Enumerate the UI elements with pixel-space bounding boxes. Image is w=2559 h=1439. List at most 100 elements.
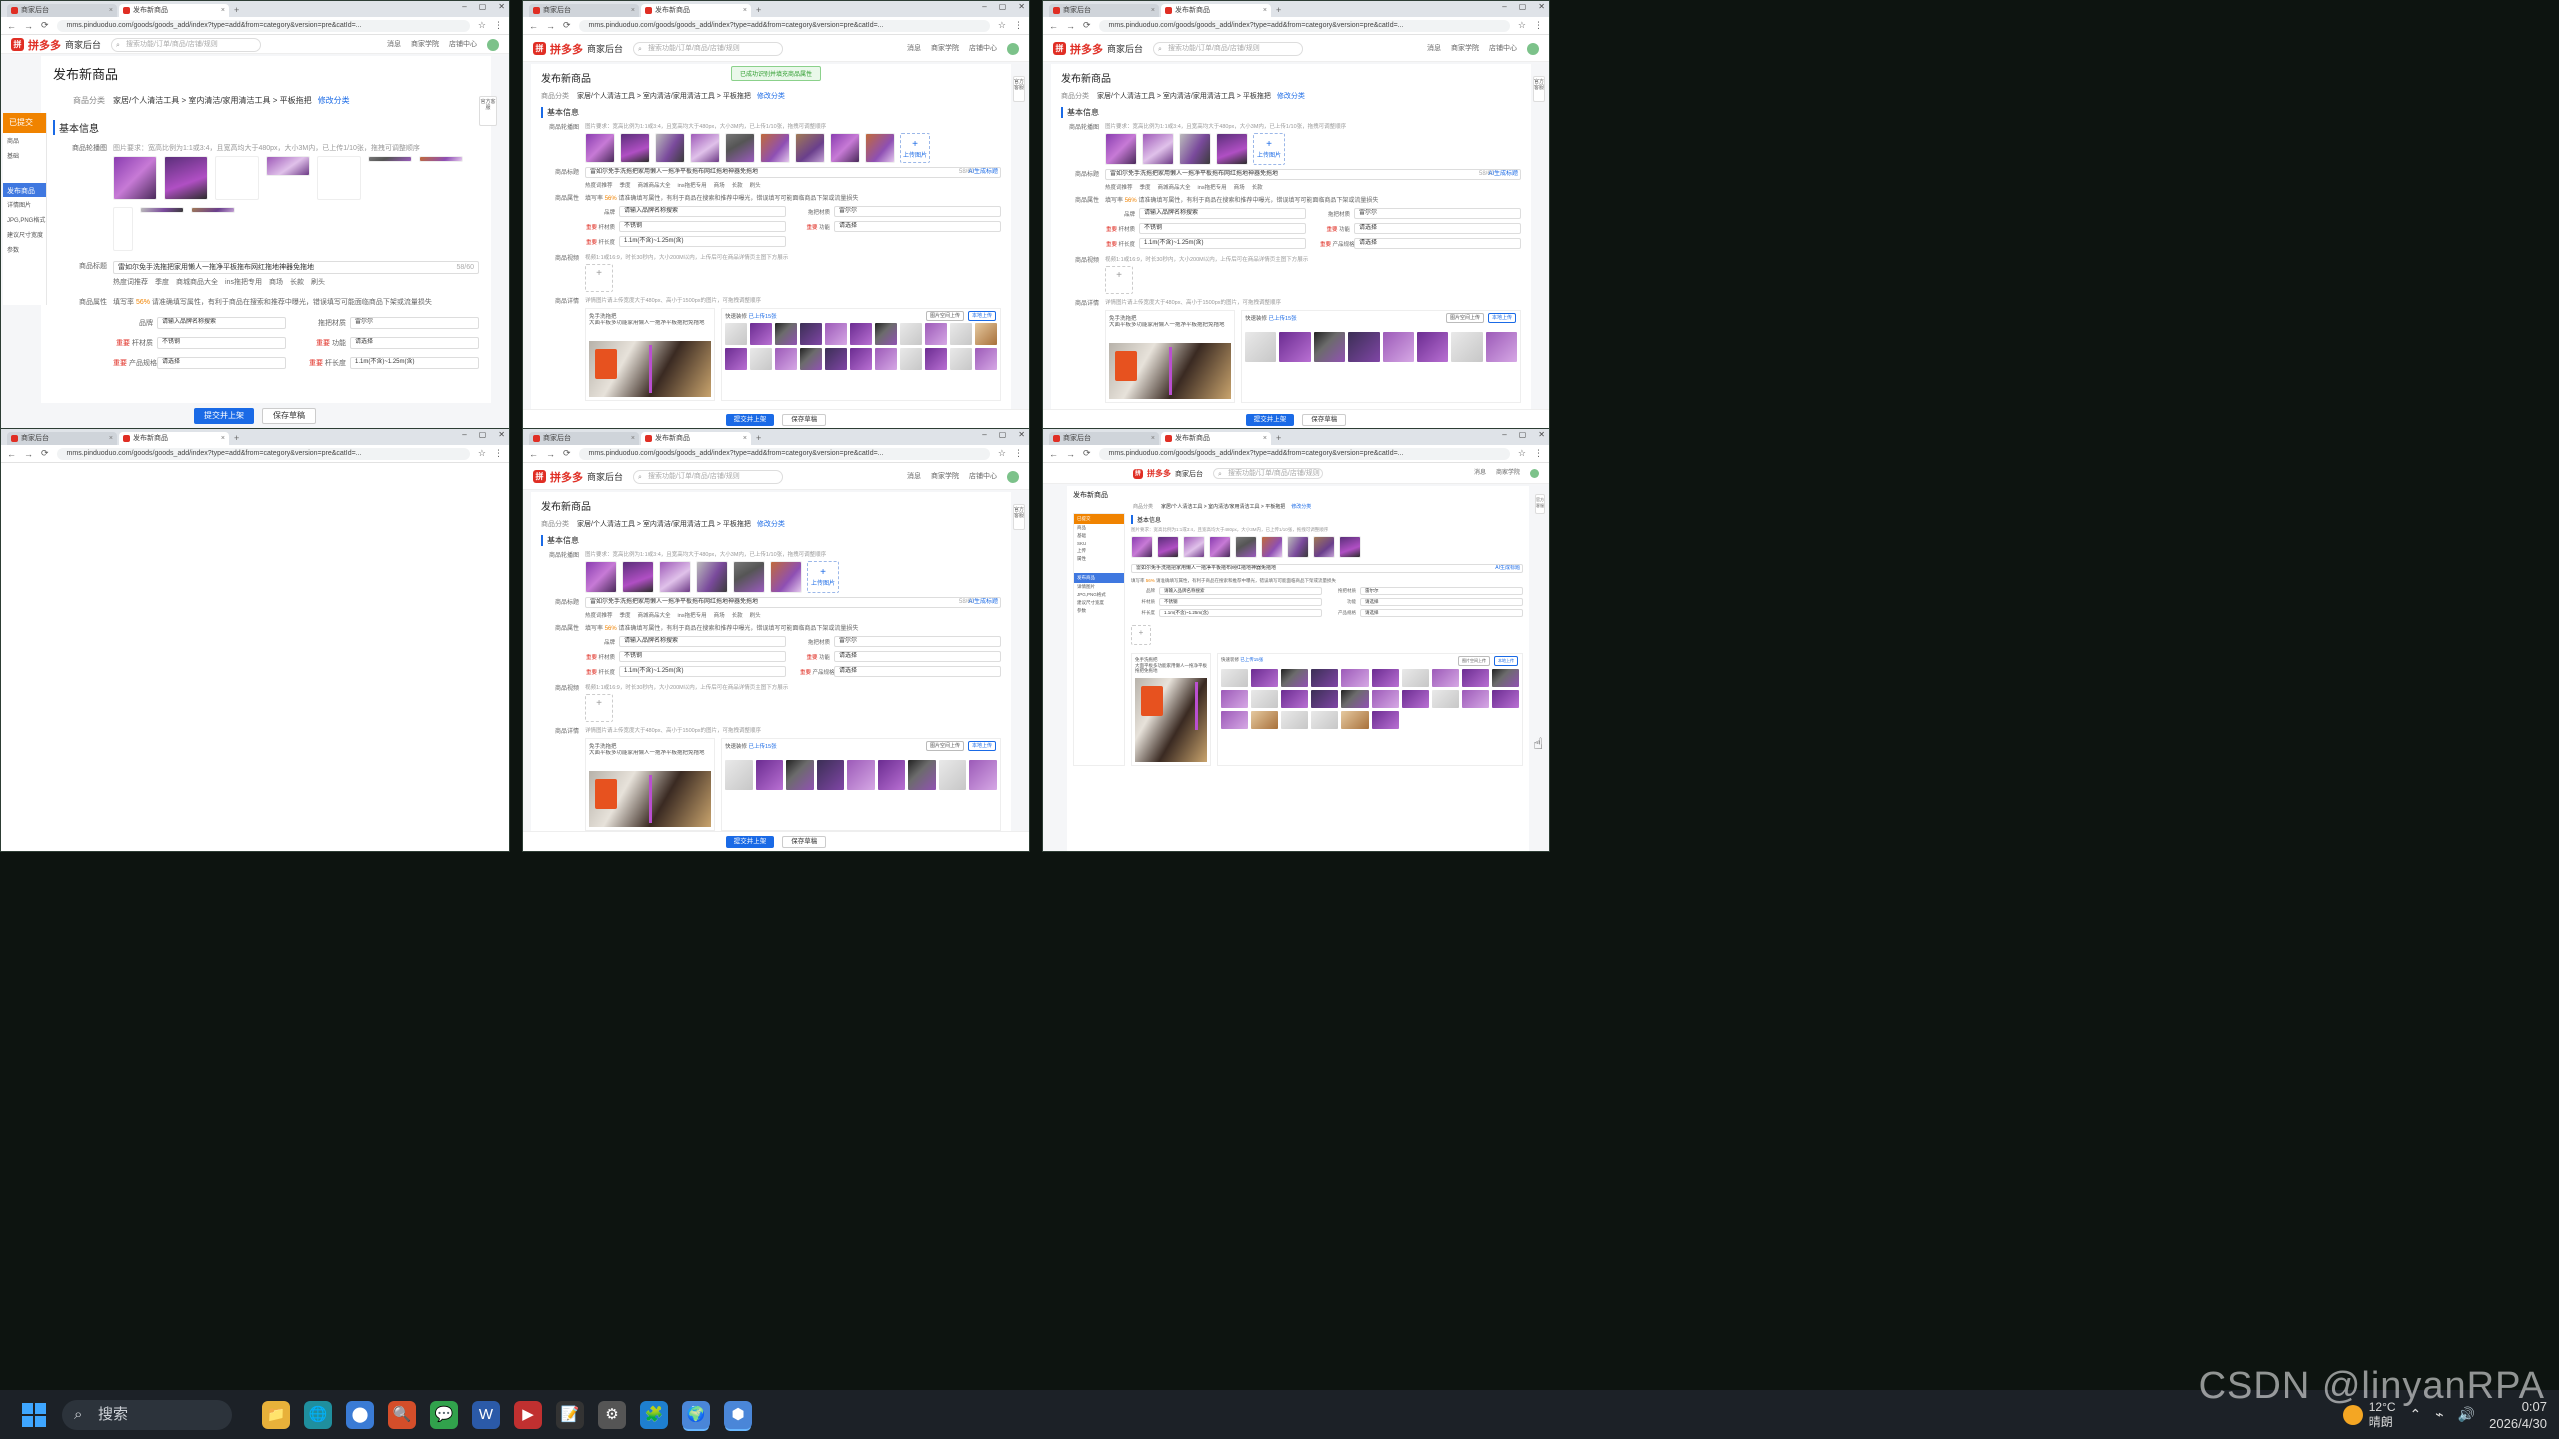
pdd-logo[interactable]: 拼拼多多 商家后台: [1133, 468, 1203, 479]
image-space-upload-button[interactable]: 图片空间上传: [925, 311, 964, 321]
detail-thumb[interactable]: [1491, 669, 1519, 687]
media-player-icon[interactable]: ▶: [514, 1400, 542, 1429]
helper-orange-tab[interactable]: 已提交: [1074, 514, 1124, 524]
detail-thumb[interactable]: [1371, 669, 1399, 687]
global-search-input[interactable]: ⌕ 搜索功能/订单/商品/店铺/规则: [633, 41, 784, 56]
product-image[interactable]: [140, 207, 184, 213]
close-tab-icon[interactable]: ×: [1151, 4, 1155, 17]
detail-thumb[interactable]: [1451, 332, 1483, 362]
reload-icon[interactable]: ⟳: [1083, 448, 1091, 459]
product-image[interactable]: [266, 156, 310, 176]
spec-select[interactable]: 请选择: [1360, 609, 1523, 617]
tab-store[interactable]: 商家后台 ×: [7, 432, 117, 445]
product-image[interactable]: [1313, 536, 1335, 558]
close-tab-icon[interactable]: ×: [109, 432, 113, 445]
brand-select[interactable]: 请输入品牌名称搜索: [1139, 208, 1306, 219]
change-category-link[interactable]: 修改分类: [1277, 93, 1305, 100]
rod-length-select[interactable]: 1.1m(不含)~1.25m(含): [1139, 238, 1306, 249]
chrome-active-icon[interactable]: 🌍: [682, 1400, 710, 1429]
notes-icon[interactable]: 📝: [556, 1400, 584, 1429]
brand-select[interactable]: 请输入品牌名称搜索: [619, 636, 786, 647]
rod-length-select[interactable]: 1.1m(不含)~1.25m(含): [619, 666, 786, 677]
word-icon[interactable]: W: [472, 1400, 500, 1429]
submit-button[interactable]: 提交并上架: [725, 413, 775, 426]
image-slot[interactable]: [113, 207, 133, 251]
chrome-icon[interactable]: ⬤: [346, 1400, 374, 1429]
detail-thumb[interactable]: [1431, 669, 1459, 687]
url-input[interactable]: mms.pinduoduo.com/goods/goods_add/index?…: [1098, 447, 1510, 460]
detail-thumb[interactable]: [1382, 332, 1414, 362]
tab-store[interactable]: 商家后台 ×: [7, 4, 117, 17]
detail-thumb[interactable]: [1221, 690, 1249, 708]
save-draft-button[interactable]: 保存草稿: [782, 413, 827, 426]
detail-thumb[interactable]: [1245, 332, 1277, 362]
detail-thumb[interactable]: [1251, 669, 1279, 687]
detail-thumb[interactable]: [950, 323, 972, 345]
detail-thumb[interactable]: [1401, 669, 1429, 687]
tab-publish[interactable]: 发布新商品 ×: [119, 432, 229, 445]
forward-icon[interactable]: →: [546, 21, 555, 31]
product-image[interactable]: [1157, 536, 1179, 558]
function-select[interactable]: 请选择: [1360, 598, 1523, 606]
new-tab-button[interactable]: +: [756, 4, 761, 17]
maximize-icon[interactable]: ▢: [1519, 2, 1527, 11]
global-search-input[interactable]: ⌕ 搜索功能/订单/商品/店铺/规则: [1213, 468, 1323, 479]
product-image[interactable]: [1105, 133, 1137, 165]
customer-service-float[interactable]: 官方客服: [479, 96, 497, 126]
back-icon[interactable]: ←: [1049, 449, 1058, 459]
back-icon[interactable]: ←: [7, 21, 16, 31]
forward-icon[interactable]: →: [1066, 449, 1075, 459]
start-button-icon[interactable]: [22, 1402, 46, 1427]
material-input[interactable]: 雷尔尔: [1354, 208, 1521, 219]
detail-thumb[interactable]: [775, 323, 797, 345]
tab-publish[interactable]: 发布新商品 ×: [641, 4, 751, 17]
upload-video-button[interactable]: +: [585, 264, 613, 292]
global-search-input[interactable]: ⌕ 搜索功能/订单/商品/店铺/规则: [111, 37, 262, 52]
settings-icon[interactable]: ⚙: [598, 1400, 626, 1429]
new-tab-button[interactable]: +: [756, 432, 761, 445]
tab-store[interactable]: 商家后台 ×: [1049, 4, 1159, 17]
product-image[interactable]: [1216, 133, 1248, 165]
product-image[interactable]: [620, 133, 650, 163]
detail-thumb[interactable]: [1281, 711, 1309, 729]
global-search-input[interactable]: ⌕ 搜索功能/订单/商品/店铺/规则: [1153, 41, 1304, 56]
avatar[interactable]: [1527, 42, 1539, 55]
avatar[interactable]: [1007, 42, 1019, 55]
customer-service-float[interactable]: 官方客服: [1535, 494, 1545, 514]
spec-select[interactable]: 请选择: [157, 357, 286, 369]
header-icon-message[interactable]: 消息: [387, 40, 401, 49]
rod-length-select[interactable]: 1.1m(不含)~1.25m(含): [619, 236, 786, 247]
close-tab-icon[interactable]: ×: [221, 432, 225, 445]
product-image[interactable]: [1179, 133, 1211, 165]
close-tab-icon[interactable]: ×: [1263, 432, 1267, 445]
rod-material-select[interactable]: 不锈钢: [1159, 598, 1322, 606]
forward-icon[interactable]: →: [24, 449, 33, 459]
helper-blue-tab[interactable]: 发布商品: [1074, 573, 1124, 583]
detail-thumb[interactable]: [1371, 690, 1399, 708]
close-window-icon[interactable]: ✕: [498, 2, 505, 11]
back-icon[interactable]: ←: [529, 449, 538, 459]
submit-button[interactable]: 提交并上架: [1245, 413, 1295, 426]
product-image[interactable]: [655, 133, 685, 163]
star-icon[interactable]: ☆: [1518, 20, 1526, 31]
upload-video-button[interactable]: +: [585, 694, 613, 722]
detail-thumb[interactable]: [786, 760, 814, 790]
reload-icon[interactable]: ⟳: [41, 20, 49, 31]
detail-thumb[interactable]: [1311, 669, 1339, 687]
material-input[interactable]: 雷尔尔: [834, 206, 1001, 217]
maximize-icon[interactable]: ▢: [999, 430, 1007, 439]
tab-store[interactable]: 商家后台 ×: [529, 432, 639, 445]
pdd-logo[interactable]: 拼拼多多 商家后台: [11, 37, 101, 53]
new-tab-button[interactable]: +: [234, 432, 239, 445]
detail-thumb[interactable]: [1311, 690, 1339, 708]
detail-thumb[interactable]: [1461, 690, 1489, 708]
change-category-link[interactable]: 修改分类: [318, 96, 350, 105]
detail-thumb[interactable]: [875, 348, 897, 370]
menu-icon[interactable]: ⋮: [1014, 20, 1023, 31]
maximize-icon[interactable]: ▢: [1519, 430, 1527, 439]
detail-thumb[interactable]: [938, 760, 967, 790]
upload-image-button[interactable]: + 上传图片: [900, 133, 930, 163]
detail-thumb[interactable]: [1348, 332, 1380, 362]
minimize-icon[interactable]: –: [462, 430, 466, 439]
product-image[interactable]: [733, 561, 765, 593]
